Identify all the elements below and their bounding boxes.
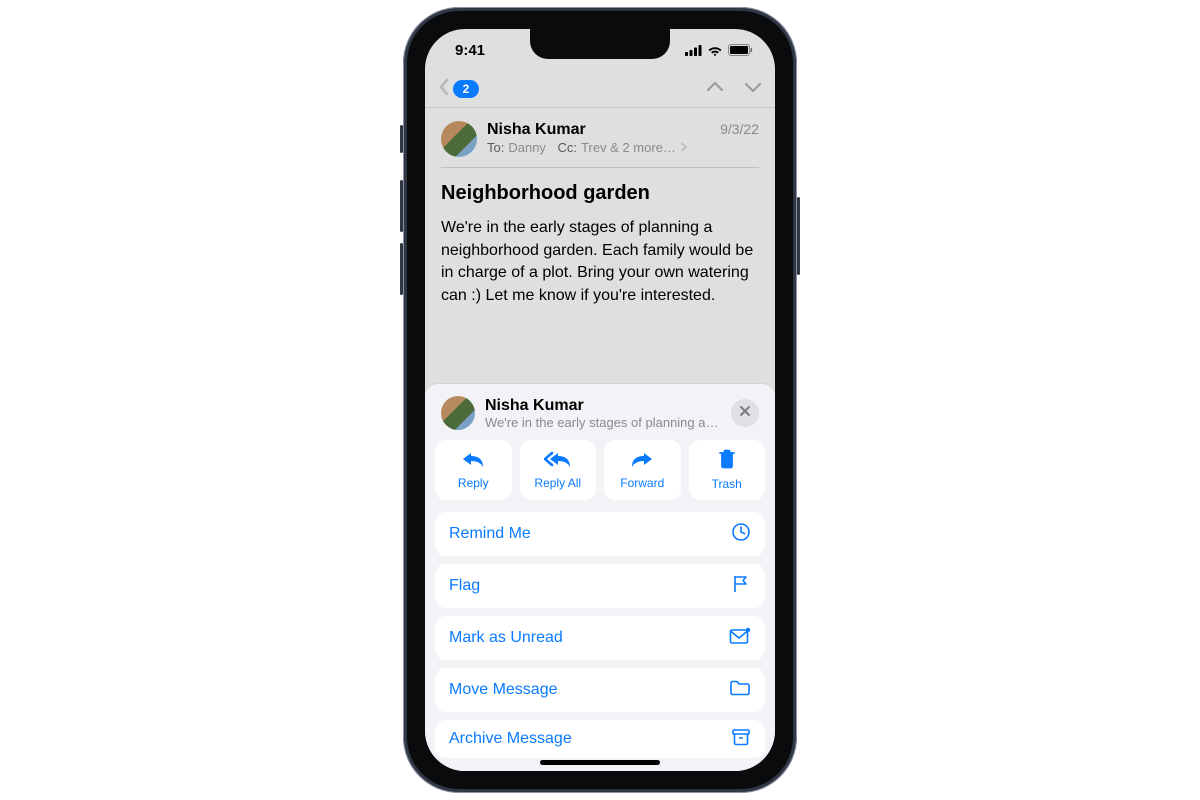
back-button[interactable] [437,77,451,102]
status-time: 9:41 [455,42,485,59]
folder-icon [729,679,751,702]
wifi-icon [707,45,723,56]
previous-message-button[interactable] [705,80,725,99]
sender-name: Nisha Kumar [487,121,586,139]
flag-icon [731,574,751,599]
sheet-sender-name: Nisha Kumar [485,396,721,415]
email-view: Nisha Kumar 9/3/22 To: Danny Cc: Trev & … [425,107,775,308]
sheet-header: Nisha Kumar We're in the early stages of… [441,396,759,430]
to-value: Danny [508,140,546,155]
archive-message-button[interactable]: Archive Message [435,720,765,758]
forward-button[interactable]: Forward [604,440,681,500]
sender-avatar[interactable] [441,121,477,157]
move-message-button[interactable]: Move Message [435,668,765,712]
email-date: 9/3/22 [720,121,759,137]
flag-label: Flag [449,577,480,595]
phone-frame: 9:41 [403,7,797,793]
volume-down-button [400,243,403,295]
archive-icon [731,728,751,751]
notch [530,29,670,59]
primary-actions: Reply Reply All Forward [435,440,765,500]
secondary-actions: Remind Me Flag Mark as Unread [435,512,765,758]
recipients-row[interactable]: To: Danny Cc: Trev & 2 more… [487,140,759,155]
mute-switch [400,125,403,153]
volume-up-button [400,180,403,232]
reply-all-label: Reply All [534,476,581,490]
nav-bar: 2 [425,71,775,108]
cc-value: Trev & 2 more… [581,140,676,155]
chevron-right-icon [680,140,688,155]
next-message-button[interactable] [743,80,763,99]
reply-all-button[interactable]: Reply All [520,440,597,500]
screen: 9:41 [425,29,775,771]
forward-icon [630,450,654,473]
status-indicators [685,44,753,56]
reply-label: Reply [458,476,489,490]
flag-button[interactable]: Flag [435,564,765,608]
remind-me-button[interactable]: Remind Me [435,512,765,556]
forward-label: Forward [620,476,664,490]
archive-message-label: Archive Message [449,730,572,748]
email-header: Nisha Kumar 9/3/22 To: Danny Cc: Trev & … [441,121,759,168]
remind-me-label: Remind Me [449,525,531,543]
unread-count-badge[interactable]: 2 [453,80,479,98]
sheet-avatar [441,396,475,430]
trash-icon [718,449,736,474]
mark-unread-label: Mark as Unread [449,629,563,647]
reply-icon [461,450,485,473]
cellular-icon [685,45,702,56]
trash-label: Trash [712,477,742,491]
cc-label: Cc: [558,140,578,155]
home-indicator[interactable] [540,760,660,765]
reply-button[interactable]: Reply [435,440,512,500]
power-button [797,197,800,275]
move-message-label: Move Message [449,681,558,699]
envelope-dot-icon [729,627,751,650]
email-subject: Neighborhood garden [441,182,759,205]
close-icon [739,404,751,422]
close-button[interactable] [731,399,759,427]
email-body: We're in the early stages of planning a … [441,217,759,308]
clock-icon [731,522,751,547]
battery-icon [728,44,753,56]
trash-button[interactable]: Trash [689,440,766,500]
to-label: To: [487,140,504,155]
sheet-preview: We're in the early stages of planning a … [485,415,721,430]
reply-all-icon [544,450,572,473]
mark-unread-button[interactable]: Mark as Unread [435,616,765,660]
action-sheet: Nisha Kumar We're in the early stages of… [425,384,775,771]
